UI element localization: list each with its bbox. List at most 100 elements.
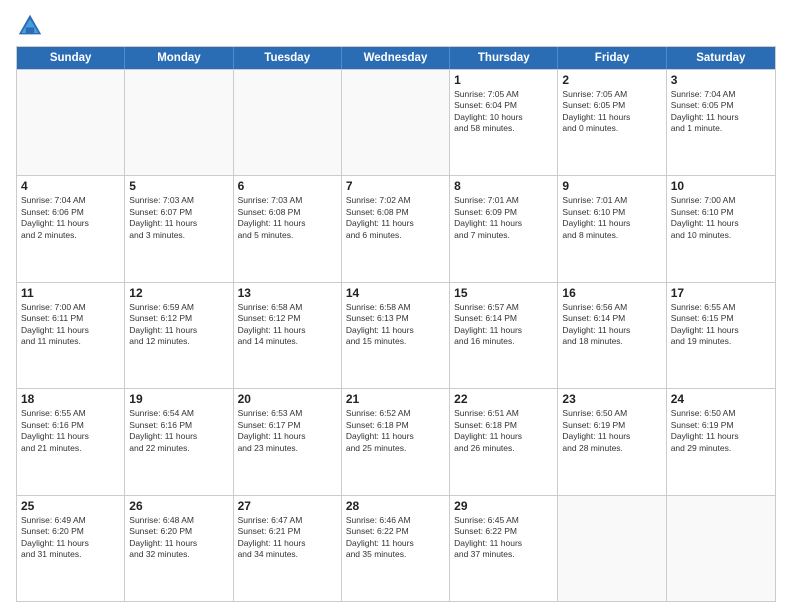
day-number: 24 xyxy=(671,392,771,406)
day-number: 13 xyxy=(238,286,337,300)
day-cell-22: 22 Sunrise: 6:51 AM Sunset: 6:18 PM Dayli… xyxy=(450,389,558,494)
empty-cell-4-5 xyxy=(558,496,666,601)
header-day-monday: Monday xyxy=(125,47,233,69)
day-cell-10: 10Sunrise: 7:00 AM Sunset: 6:10 PM Dayli… xyxy=(667,176,775,281)
day-number: 12 xyxy=(129,286,228,300)
day-info: Sunrise: 6:57 AM Sunset: 6:14 PM Dayligh… xyxy=(454,302,553,348)
day-cell-25: 25 Sunrise: 6:49 AM Sunset: 6:20 PM Dayli… xyxy=(17,496,125,601)
day-cell-18: 18 Sunrise: 6:55 AM Sunset: 6:16 PM Dayli… xyxy=(17,389,125,494)
day-cell-27: 27 Sunrise: 6:47 AM Sunset: 6:21 PM Dayli… xyxy=(234,496,342,601)
day-cell-12: 12 Sunrise: 6:59 AM Sunset: 6:12 PM Dayli… xyxy=(125,283,233,388)
header-day-wednesday: Wednesday xyxy=(342,47,450,69)
day-number: 23 xyxy=(562,392,661,406)
day-info: Sunrise: 6:48 AM Sunset: 6:20 PM Dayligh… xyxy=(129,515,228,561)
day-number: 3 xyxy=(671,73,771,87)
day-cell-5: 5 Sunrise: 7:03 AM Sunset: 6:07 PM Daylig… xyxy=(125,176,233,281)
empty-cell-0-1 xyxy=(125,70,233,175)
day-cell-28: 28 Sunrise: 6:46 AM Sunset: 6:22 PM Dayli… xyxy=(342,496,450,601)
day-number: 2 xyxy=(562,73,661,87)
header-day-friday: Friday xyxy=(558,47,666,69)
day-number: 17 xyxy=(671,286,771,300)
day-info: Sunrise: 6:51 AM Sunset: 6:18 PM Dayligh… xyxy=(454,408,553,454)
day-number: 5 xyxy=(129,179,228,193)
day-cell-9: 9 Sunrise: 7:01 AM Sunset: 6:10 PM Daylig… xyxy=(558,176,666,281)
day-cell-3: 3 Sunrise: 7:04 AM Sunset: 6:05 PM Daylig… xyxy=(667,70,775,175)
day-cell-17: 17 Sunrise: 6:55 AM Sunset: 6:15 PM Dayli… xyxy=(667,283,775,388)
day-number: 28 xyxy=(346,499,445,513)
day-info: Sunrise: 7:03 AM Sunset: 6:07 PM Dayligh… xyxy=(129,195,228,241)
day-number: 11 xyxy=(21,286,120,300)
header-day-thursday: Thursday xyxy=(450,47,558,69)
day-cell-26: 26 Sunrise: 6:48 AM Sunset: 6:20 PM Dayli… xyxy=(125,496,233,601)
day-number: 7 xyxy=(346,179,445,193)
day-info: Sunrise: 6:58 AM Sunset: 6:13 PM Dayligh… xyxy=(346,302,445,348)
day-cell-6: 6 Sunrise: 7:03 AM Sunset: 6:08 PM Daylig… xyxy=(234,176,342,281)
day-info: Sunrise: 7:05 AM Sunset: 6:04 PM Dayligh… xyxy=(454,89,553,135)
day-info: Sunrise: 7:01 AM Sunset: 6:10 PM Dayligh… xyxy=(562,195,661,241)
day-number: 22 xyxy=(454,392,553,406)
day-number: 1 xyxy=(454,73,553,87)
day-cell-4: 4 Sunrise: 7:04 AM Sunset: 6:06 PM Daylig… xyxy=(17,176,125,281)
calendar-row-0: 1 Sunrise: 7:05 AM Sunset: 6:04 PM Daylig… xyxy=(17,69,775,175)
day-cell-16: 16Sunrise: 6:56 AM Sunset: 6:14 PM Dayli… xyxy=(558,283,666,388)
day-info: Sunrise: 7:04 AM Sunset: 6:06 PM Dayligh… xyxy=(21,195,120,241)
day-cell-21: 21 Sunrise: 6:52 AM Sunset: 6:18 PM Dayli… xyxy=(342,389,450,494)
day-number: 10 xyxy=(671,179,771,193)
calendar-header: SundayMondayTuesdayWednesdayThursdayFrid… xyxy=(17,47,775,69)
empty-cell-4-6 xyxy=(667,496,775,601)
day-info: Sunrise: 7:00 AM Sunset: 6:11 PM Dayligh… xyxy=(21,302,120,348)
day-cell-13: 13 Sunrise: 6:58 AM Sunset: 6:12 PM Dayli… xyxy=(234,283,342,388)
day-number: 27 xyxy=(238,499,337,513)
day-info: Sunrise: 6:53 AM Sunset: 6:17 PM Dayligh… xyxy=(238,408,337,454)
day-cell-2: 2 Sunrise: 7:05 AM Sunset: 6:05 PM Daylig… xyxy=(558,70,666,175)
day-info: Sunrise: 7:05 AM Sunset: 6:05 PM Dayligh… xyxy=(562,89,661,135)
day-number: 9 xyxy=(562,179,661,193)
page: SundayMondayTuesdayWednesdayThursdayFrid… xyxy=(0,0,792,612)
day-info: Sunrise: 6:58 AM Sunset: 6:12 PM Dayligh… xyxy=(238,302,337,348)
calendar-row-1: 4 Sunrise: 7:04 AM Sunset: 6:06 PM Daylig… xyxy=(17,175,775,281)
header xyxy=(16,12,776,40)
day-info: Sunrise: 7:04 AM Sunset: 6:05 PM Dayligh… xyxy=(671,89,771,135)
day-number: 15 xyxy=(454,286,553,300)
logo xyxy=(16,12,48,40)
day-info: Sunrise: 7:03 AM Sunset: 6:08 PM Dayligh… xyxy=(238,195,337,241)
day-info: Sunrise: 6:55 AM Sunset: 6:15 PM Dayligh… xyxy=(671,302,771,348)
calendar-row-2: 11 Sunrise: 7:00 AM Sunset: 6:11 PM Dayli… xyxy=(17,282,775,388)
day-number: 6 xyxy=(238,179,337,193)
day-info: Sunrise: 7:02 AM Sunset: 6:08 PM Dayligh… xyxy=(346,195,445,241)
day-number: 4 xyxy=(21,179,120,193)
day-number: 20 xyxy=(238,392,337,406)
day-info: Sunrise: 6:55 AM Sunset: 6:16 PM Dayligh… xyxy=(21,408,120,454)
empty-cell-0-3 xyxy=(342,70,450,175)
day-info: Sunrise: 6:45 AM Sunset: 6:22 PM Dayligh… xyxy=(454,515,553,561)
day-number: 18 xyxy=(21,392,120,406)
day-cell-23: 23 Sunrise: 6:50 AM Sunset: 6:19 PM Dayli… xyxy=(558,389,666,494)
day-info: Sunrise: 6:59 AM Sunset: 6:12 PM Dayligh… xyxy=(129,302,228,348)
day-info: Sunrise: 6:50 AM Sunset: 6:19 PM Dayligh… xyxy=(562,408,661,454)
day-cell-11: 11 Sunrise: 7:00 AM Sunset: 6:11 PM Dayli… xyxy=(17,283,125,388)
day-cell-8: 8Sunrise: 7:01 AM Sunset: 6:09 PM Daylig… xyxy=(450,176,558,281)
day-info: Sunrise: 6:50 AM Sunset: 6:19 PM Dayligh… xyxy=(671,408,771,454)
empty-cell-0-0 xyxy=(17,70,125,175)
day-info: Sunrise: 6:47 AM Sunset: 6:21 PM Dayligh… xyxy=(238,515,337,561)
day-info: Sunrise: 6:54 AM Sunset: 6:16 PM Dayligh… xyxy=(129,408,228,454)
logo-icon xyxy=(16,12,44,40)
day-number: 19 xyxy=(129,392,228,406)
calendar-row-3: 18 Sunrise: 6:55 AM Sunset: 6:16 PM Dayli… xyxy=(17,388,775,494)
day-cell-7: 7 Sunrise: 7:02 AM Sunset: 6:08 PM Daylig… xyxy=(342,176,450,281)
day-number: 8 xyxy=(454,179,553,193)
day-number: 29 xyxy=(454,499,553,513)
day-info: Sunrise: 6:46 AM Sunset: 6:22 PM Dayligh… xyxy=(346,515,445,561)
header-day-tuesday: Tuesday xyxy=(234,47,342,69)
day-number: 25 xyxy=(21,499,120,513)
calendar-body: 1 Sunrise: 7:05 AM Sunset: 6:04 PM Daylig… xyxy=(17,69,775,601)
day-number: 16 xyxy=(562,286,661,300)
day-number: 26 xyxy=(129,499,228,513)
day-info: Sunrise: 6:49 AM Sunset: 6:20 PM Dayligh… xyxy=(21,515,120,561)
day-number: 21 xyxy=(346,392,445,406)
day-number: 14 xyxy=(346,286,445,300)
calendar-row-4: 25 Sunrise: 6:49 AM Sunset: 6:20 PM Dayli… xyxy=(17,495,775,601)
day-info: Sunrise: 6:52 AM Sunset: 6:18 PM Dayligh… xyxy=(346,408,445,454)
day-cell-19: 19 Sunrise: 6:54 AM Sunset: 6:16 PM Dayli… xyxy=(125,389,233,494)
header-day-saturday: Saturday xyxy=(667,47,775,69)
